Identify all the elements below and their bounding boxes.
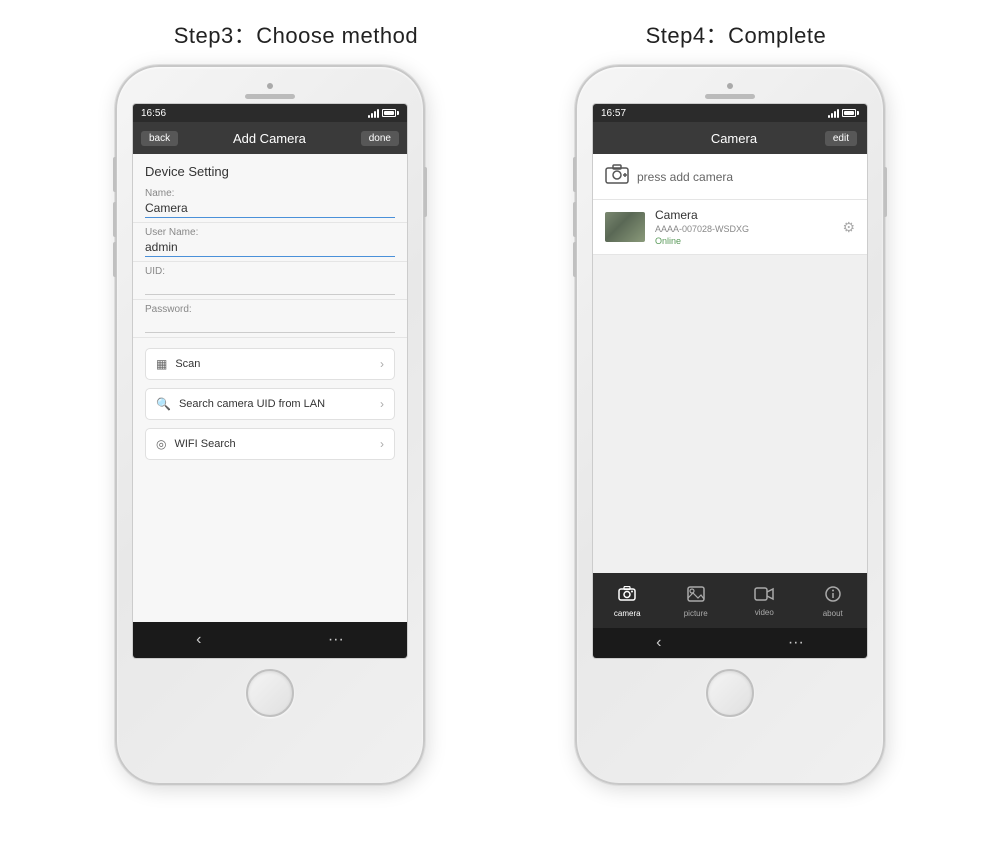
form-password-group: Password: [133,300,407,338]
phone2-spacer [593,255,867,573]
username-label: User Name: [145,227,395,238]
phone2-battery [842,109,859,117]
phone1-screen-content: Device Setting Name: Camera User Name: a… [133,154,407,658]
phone1-camera-dot [267,83,273,89]
video-tab-label: video [755,608,774,617]
form-name-group: Name: Camera [133,184,407,223]
name-input[interactable]: Camera [145,201,395,218]
phone2-speaker [705,94,755,99]
wifi-search-label: WIFI Search [174,438,235,450]
camera-thumbnail [605,212,645,242]
phone1-bottom-bar: ‹ ··· [133,622,407,658]
phone1-more-icon[interactable]: ··· [328,631,344,649]
phone1-shell: 16:56 [115,65,425,785]
camera-tab-icon [618,586,636,607]
phone2-signal [828,109,839,118]
camera-uid: AAAA-007028-WSDXG [655,224,832,234]
camera-add-icon [605,164,629,189]
add-camera-row[interactable]: press add camera [593,154,867,200]
nav-title: Add Camera [233,131,306,146]
phone1-back-icon[interactable]: ‹ [196,631,201,649]
password-label: Password: [145,304,395,315]
form-uid-group: UID: [133,262,407,300]
uid-input[interactable] [145,279,395,295]
wifi-search-option[interactable]: ◎ WIFI Search › [145,428,395,460]
phone1-nav-bar: back Add Camera done [133,122,407,154]
add-camera-text: press add camera [637,170,733,184]
phone2-screen-content: press add camera Camera AAAA-007028-WSDX… [593,154,867,658]
camera-status: Online [655,236,832,246]
tab-bar: camera picture [593,573,867,628]
device-setting-title: Device Setting [133,154,407,184]
camera-info: Camera AAAA-007028-WSDXG Online [655,208,832,246]
tab-picture[interactable]: picture [662,586,731,618]
phone2-bottom [706,669,754,717]
form-username-group: User Name: admin [133,223,407,262]
page-container: Step3：Choose method Step4：Complete 16:56 [0,0,1000,841]
search-icon: 🔍 [156,397,171,411]
phone2-top [585,83,875,99]
search-uid-option[interactable]: 🔍 Search camera UID from LAN › [145,388,395,420]
step4-title: Step4：Complete [646,18,827,50]
camera-nav-title: Camera [643,131,825,146]
scan-icon: ▦ [156,357,167,371]
phone2-bottom-bar: ‹ ··· [593,628,867,658]
done-button[interactable]: done [361,131,399,146]
phone1-status-bar: 16:56 [133,104,407,122]
uid-label: UID: [145,266,395,277]
phone2-camera-dot [727,83,733,89]
tab-video[interactable]: video [730,587,799,617]
phone1-top [125,83,415,99]
phone2-shell: 16:57 [575,65,885,785]
screen-spacer [133,470,407,622]
phone1-battery [382,109,399,117]
camera-thumb-image [605,212,645,242]
phone2-more-icon[interactable]: ··· [788,634,804,652]
username-input[interactable]: admin [145,240,395,257]
back-button[interactable]: back [141,131,178,146]
phone1-signal [368,109,379,118]
scan-option[interactable]: ▦ Scan › [145,348,395,380]
phones-container: 16:56 [0,65,1000,785]
phone1-home-button[interactable] [246,669,294,717]
phone2-nav-bar: Camera edit [593,122,867,154]
about-tab-label: about [823,609,843,618]
tab-about[interactable]: about [799,586,868,618]
picture-tab-icon [687,586,705,607]
phone2-back-icon[interactable]: ‹ [656,634,661,652]
about-tab-icon [825,586,841,607]
edit-button[interactable]: edit [825,131,857,146]
search-uid-chevron: › [380,397,384,411]
wifi-icon: ◎ [156,437,166,451]
phone1-speaker [245,94,295,99]
phone2-status-icons [828,109,859,118]
phone1-bottom [246,669,294,717]
options-section: ▦ Scan › 🔍 Search camera UID from LAN › [133,338,407,470]
steps-header: Step3：Choose method Step4：Complete [0,0,1000,60]
phone1-screen: 16:56 [132,103,408,659]
tab-camera[interactable]: camera [593,586,662,618]
phone2-time: 16:57 [601,108,626,119]
search-uid-label: Search camera UID from LAN [179,398,325,410]
phone2-home-button[interactable] [706,669,754,717]
camera-settings-icon[interactable]: ⚙ [842,219,855,236]
phone1-time: 16:56 [141,108,166,119]
password-input[interactable] [145,317,395,333]
camera-tab-label: camera [614,609,641,618]
picture-tab-label: picture [684,609,708,618]
camera-list-item[interactable]: Camera AAAA-007028-WSDXG Online ⚙ [593,200,867,255]
name-label: Name: [145,188,395,199]
scan-chevron: › [380,357,384,371]
video-tab-icon [754,587,774,606]
phone2-screen: 16:57 [592,103,868,659]
scan-label: Scan [175,358,200,370]
phone1-status-icons [368,109,399,118]
camera-name: Camera [655,208,832,222]
step3-title: Step3：Choose method [174,18,418,50]
phone2-status-bar: 16:57 [593,104,867,122]
wifi-search-chevron: › [380,437,384,451]
